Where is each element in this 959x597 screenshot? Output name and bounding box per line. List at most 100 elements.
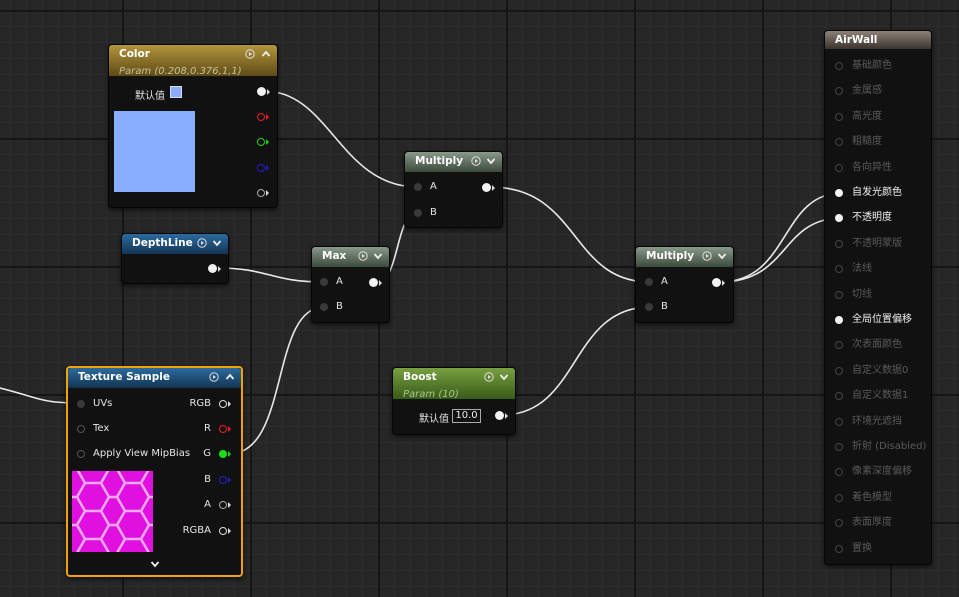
- texture-output-g-pin[interactable]: [219, 450, 227, 458]
- airwall-input-pin[interactable]: [835, 341, 843, 350]
- airwall-node-header[interactable]: AirWall: [825, 31, 931, 49]
- collapse-chevron-up-icon[interactable]: [225, 372, 235, 382]
- airwall-input-label: 置换: [852, 542, 872, 554]
- texture-output-a-pin[interactable]: [219, 501, 227, 509]
- preview-toggle-icon[interactable]: [702, 251, 712, 261]
- boost-value-field[interactable]: 10.0: [452, 409, 481, 423]
- depthline-node[interactable]: DepthLine: [121, 233, 229, 284]
- expand-chevron-down-icon[interactable]: [486, 156, 496, 166]
- multiply-1-pin-a-label: A: [430, 181, 437, 192]
- output-arrow-icon: [266, 139, 269, 145]
- wire-depthline-to-max-a: [215, 267, 325, 283]
- airwall-input-pin[interactable]: [835, 138, 843, 147]
- color-output-a-pin[interactable]: [257, 189, 265, 197]
- preview-toggle-icon[interactable]: [358, 251, 368, 261]
- airwall-input-pin[interactable]: [835, 468, 843, 477]
- airwall-input-pin[interactable]: [835, 392, 843, 401]
- texture-uvs-input-pin[interactable]: [77, 400, 85, 408]
- multiply-1-input-b-pin[interactable]: [414, 209, 422, 217]
- boost-node-header[interactable]: Boost Param (10): [393, 368, 515, 400]
- multiply-1-input-a-pin[interactable]: [414, 183, 422, 191]
- color-output-rgb-pin[interactable]: [257, 87, 266, 96]
- airwall-input-pin[interactable]: [835, 519, 843, 528]
- airwall-input-pin[interactable]: [835, 316, 843, 324]
- airwall-input-pin[interactable]: [835, 544, 843, 553]
- preview-toggle-icon[interactable]: [245, 49, 255, 59]
- color-output-g-pin[interactable]: [257, 138, 265, 146]
- color-param-node[interactable]: Color Param (0.208,0.376,1,1) 默认值: [108, 44, 278, 208]
- depthline-node-title: DepthLine: [132, 237, 193, 249]
- output-arrow-icon: [228, 477, 231, 483]
- texture-output-r-pin[interactable]: [219, 425, 227, 433]
- airwall-input-pin[interactable]: [835, 189, 843, 197]
- airwall-input-label: 不透明蒙版: [852, 237, 902, 249]
- boost-output-pin[interactable]: [495, 411, 504, 420]
- expand-chevron-down-icon[interactable]: [212, 238, 222, 248]
- multiply-1-pin-b-label: B: [430, 207, 437, 218]
- preview-toggle-icon[interactable]: [197, 238, 207, 248]
- texture-output-g-label: G: [203, 448, 211, 459]
- wire-boost-to-multiply2-b: [501, 306, 651, 416]
- multiply-node-2[interactable]: Multiply A B: [635, 246, 734, 323]
- boost-default-label: 默认值: [419, 414, 449, 425]
- texture-output-rgb-pin[interactable]: [219, 400, 227, 408]
- multiply-2-output-pin[interactable]: [712, 278, 721, 287]
- preview-toggle-icon[interactable]: [484, 372, 494, 382]
- multiply-1-header[interactable]: Multiply: [405, 152, 502, 172]
- texture-mipbias-input-pin[interactable]: [77, 450, 85, 458]
- max-input-a-pin[interactable]: [320, 278, 328, 286]
- max-input-b-pin[interactable]: [320, 303, 328, 311]
- color-preview-swatch: [114, 111, 195, 192]
- airwall-input-pin[interactable]: [835, 265, 843, 274]
- depthline-node-header[interactable]: DepthLine: [122, 234, 228, 254]
- preview-toggle-icon[interactable]: [471, 156, 481, 166]
- color-node-header[interactable]: Color Param (0.208,0.376,1,1): [109, 45, 277, 77]
- expand-chevron-down-icon[interactable]: [499, 372, 509, 382]
- texture-sample-header[interactable]: Texture Sample: [68, 368, 241, 388]
- airwall-input-label: 高光度: [852, 110, 882, 122]
- airwall-input-pin[interactable]: [835, 417, 843, 426]
- max-node-header[interactable]: Max: [312, 247, 389, 267]
- max-output-pin[interactable]: [369, 278, 378, 287]
- multiply-2-input-b-pin[interactable]: [645, 303, 653, 311]
- texture-output-rgba-label: RGBA: [182, 525, 211, 536]
- airwall-input-label: 折射 (Disabled): [852, 441, 927, 452]
- wire-color-to-multiply1-a: [263, 90, 419, 188]
- texture-input-uvs-label: UVs: [93, 398, 113, 409]
- texture-sample-node[interactable]: Texture Sample UVs Tex Apply View MipBia…: [66, 366, 243, 577]
- airwall-input-pin[interactable]: [835, 87, 843, 96]
- expand-chevron-down-icon[interactable]: [150, 560, 160, 568]
- max-node-title: Max: [322, 250, 347, 262]
- multiply-2-header[interactable]: Multiply: [636, 247, 733, 267]
- airwall-material-output-node[interactable]: AirWall 基础颜色 金属感 高光度 粗糙度 各向异性 自发光颜色 不透明度 不透明蒙版法…: [824, 30, 932, 565]
- expand-chevron-down-icon[interactable]: [717, 251, 727, 261]
- airwall-input-pin[interactable]: [835, 443, 843, 451]
- multiply-2-pin-a-label: A: [661, 276, 668, 287]
- airwall-input-label: 不透明度: [852, 212, 892, 224]
- color-default-swatch[interactable]: [170, 86, 182, 98]
- airwall-input-pin[interactable]: [835, 290, 843, 299]
- texture-output-a-label: A: [204, 499, 211, 510]
- airwall-input-pin[interactable]: [835, 239, 843, 248]
- airwall-input-pin[interactable]: [835, 112, 843, 121]
- multiply-2-input-a-pin[interactable]: [645, 278, 653, 286]
- preview-toggle-icon[interactable]: [209, 372, 219, 382]
- color-output-r-pin[interactable]: [257, 113, 265, 121]
- expand-chevron-down-icon[interactable]: [373, 251, 383, 261]
- airwall-input-pin[interactable]: [835, 214, 843, 223]
- depthline-output-pin[interactable]: [208, 264, 217, 273]
- collapse-chevron-up-icon[interactable]: [261, 49, 271, 59]
- texture-output-b-pin[interactable]: [219, 476, 227, 484]
- airwall-input-pin[interactable]: [835, 62, 843, 70]
- color-output-b-pin[interactable]: [257, 164, 265, 172]
- boost-param-node[interactable]: Boost Param (10) 默认值 10.0: [392, 367, 516, 435]
- multiply-node-1[interactable]: Multiply A B: [404, 151, 503, 228]
- texture-tex-input-pin[interactable]: [77, 425, 85, 433]
- multiply-1-output-pin[interactable]: [482, 183, 491, 192]
- airwall-input-pin[interactable]: [835, 163, 843, 172]
- texture-output-rgba-pin[interactable]: [219, 527, 227, 535]
- max-node[interactable]: Max A B: [311, 246, 390, 323]
- airwall-input-pin[interactable]: [835, 366, 843, 375]
- airwall-input-pin[interactable]: [835, 493, 843, 502]
- airwall-input-label: 金属感: [852, 85, 882, 97]
